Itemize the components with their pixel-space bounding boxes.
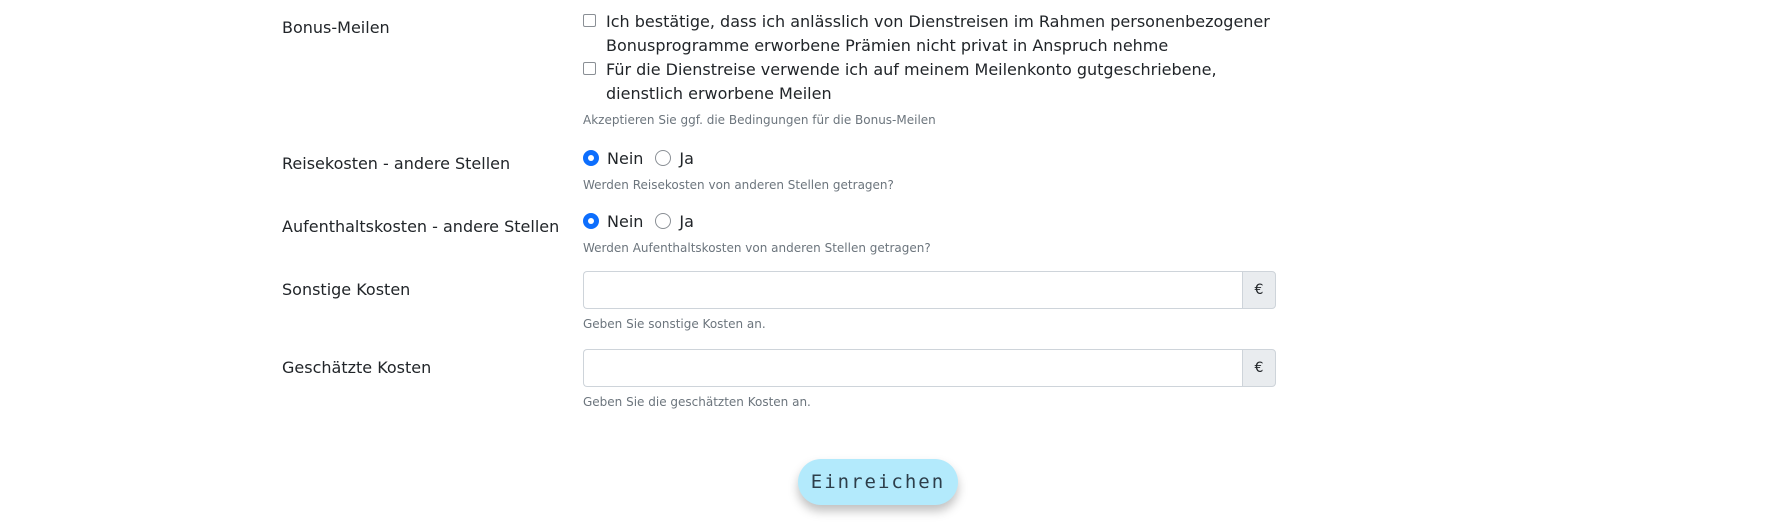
bonus-meilen-label: Bonus-Meilen xyxy=(282,18,390,37)
aufenthaltskosten-nein-radio[interactable] xyxy=(583,213,599,229)
reisekosten-nein-label[interactable]: Nein xyxy=(607,149,643,168)
geschaetzte-kosten-currency: € xyxy=(1242,349,1276,387)
sonstige-kosten-label: Sonstige Kosten xyxy=(282,280,411,299)
bonus-option-1-text: Ich bestätige, dass ich anlässlich von D… xyxy=(606,12,1270,55)
aufenthaltskosten-label: Aufenthaltskosten - andere Stellen xyxy=(282,217,560,236)
sonstige-kosten-currency: € xyxy=(1242,271,1276,309)
bonus-meilen-options: Ich bestätige, dass ich anlässlich von D… xyxy=(583,10,1276,128)
aufenthaltskosten-ja-label[interactable]: Ja xyxy=(679,212,694,231)
reisekosten-help: Werden Reisekosten von anderen Stellen g… xyxy=(583,178,894,192)
aufenthaltskosten-ja-radio[interactable] xyxy=(655,213,672,229)
aufenthaltskosten-nein-label[interactable]: Nein xyxy=(607,212,643,231)
sonstige-kosten-help: Geben Sie sonstige Kosten an. xyxy=(583,317,766,331)
reisekosten-label: Reisekosten - andere Stellen xyxy=(282,154,511,173)
submit-button[interactable]: Einreichen xyxy=(798,459,958,505)
bonus-meilen-help: Akzeptieren Sie ggf. die Bedingungen für… xyxy=(583,113,936,127)
reisekosten-nein-radio[interactable] xyxy=(583,150,599,166)
reisekosten-ja-radio[interactable] xyxy=(655,150,672,166)
geschaetzte-kosten-input[interactable] xyxy=(583,349,1242,387)
bonus-option-2-text: Für die Dienstreise verwende ich auf mei… xyxy=(606,60,1217,103)
aufenthaltskosten-help: Werden Aufenthaltskosten von anderen Ste… xyxy=(583,241,931,255)
reisekosten-radio-group: Nein Ja xyxy=(583,146,1276,170)
geschaetzte-kosten-label: Geschätzte Kosten xyxy=(282,358,432,377)
aufenthaltskosten-radio-group: Nein Ja xyxy=(583,209,1276,233)
bonus-option-1[interactable]: Ich bestätige, dass ich anlässlich von D… xyxy=(583,10,1276,58)
bonus-option-2-checkbox[interactable] xyxy=(583,62,596,75)
bonus-option-1-checkbox[interactable] xyxy=(583,14,596,27)
sonstige-kosten-input-group: € xyxy=(583,271,1276,309)
reisekosten-ja-label[interactable]: Ja xyxy=(679,149,694,168)
bonus-option-2[interactable]: Für die Dienstreise verwende ich auf mei… xyxy=(583,58,1276,106)
geschaetzte-kosten-input-group: € xyxy=(583,349,1276,387)
geschaetzte-kosten-help: Geben Sie die geschätzten Kosten an. xyxy=(583,395,811,409)
sonstige-kosten-input[interactable] xyxy=(583,271,1242,309)
